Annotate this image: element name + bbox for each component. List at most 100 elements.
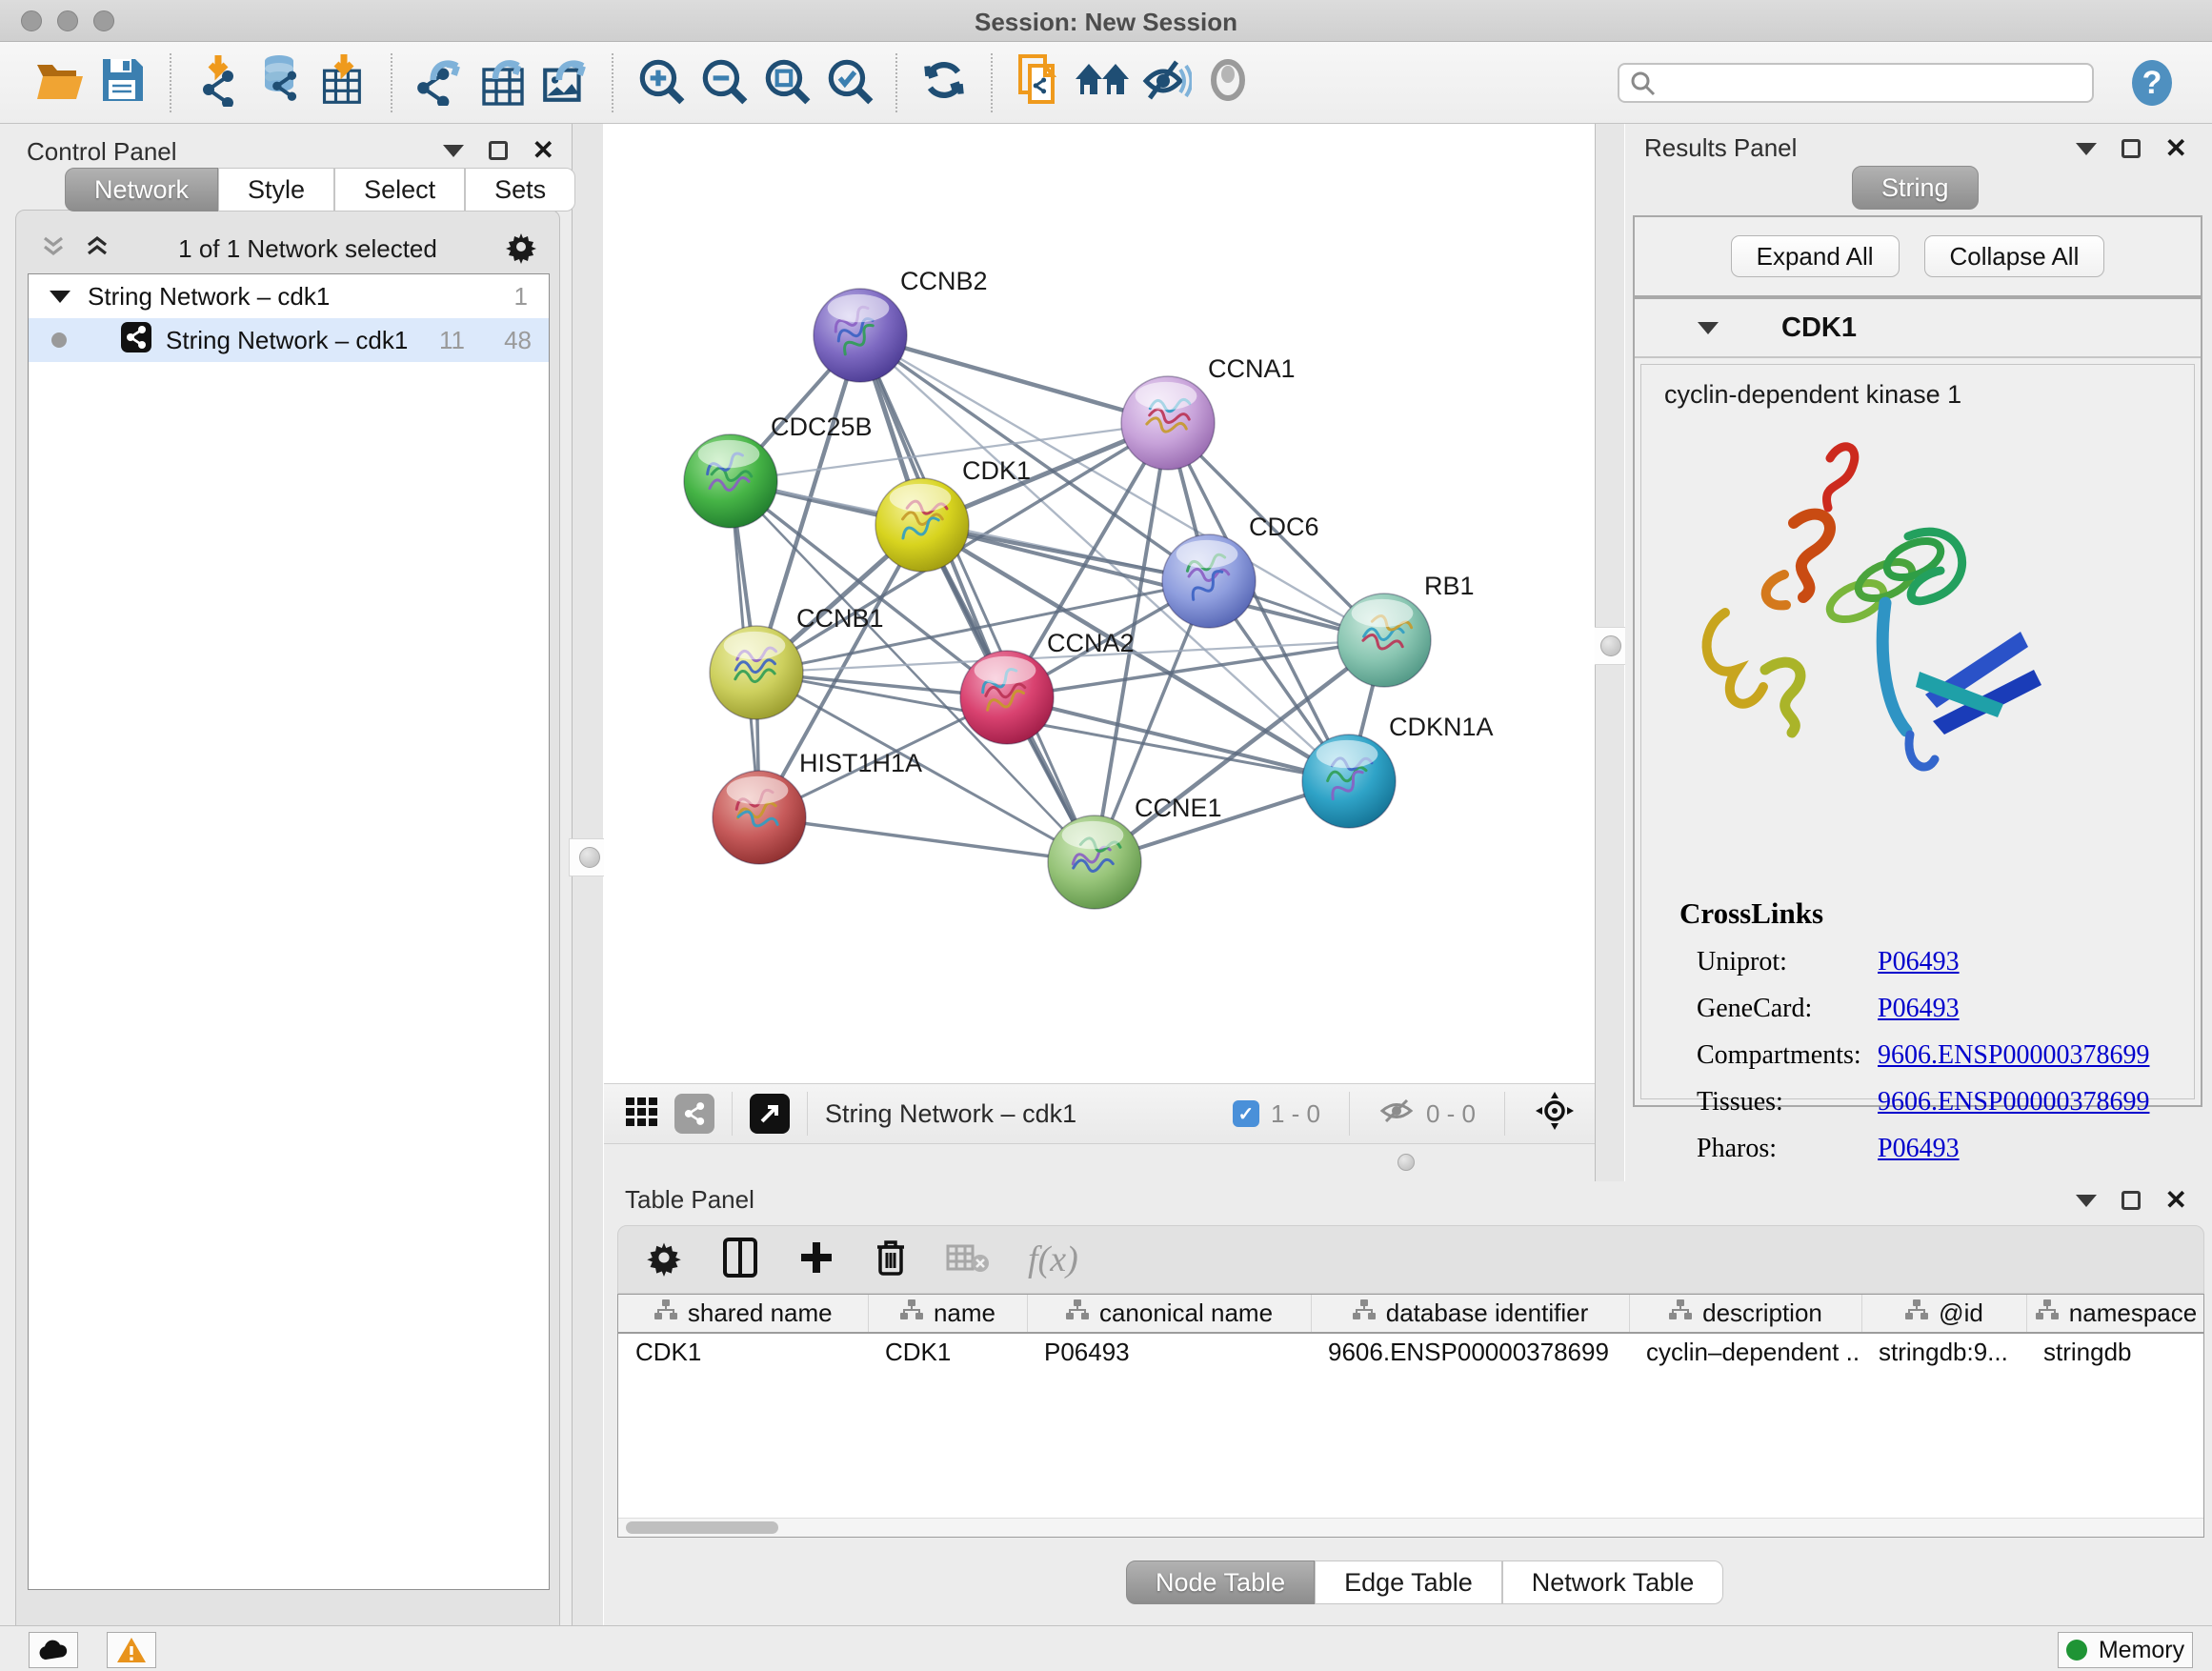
hscroll-thumb[interactable] [626,1521,778,1534]
zoom-selected-button[interactable] [817,51,880,114]
delete-column-icon[interactable] [874,1238,908,1282]
collapse-all-icon[interactable] [39,232,68,266]
close-panel-icon[interactable]: ✕ [533,137,554,164]
tab-network[interactable]: Network [65,168,218,211]
table-cell[interactable]: stringdb:9... [1861,1333,2026,1371]
birdseye-icon[interactable] [1534,1090,1576,1138]
gene-section-header[interactable]: CDK1 [1635,299,2201,358]
crosslink-link[interactable]: 9606.ENSP00000378699 [1878,1087,2149,1117]
cloud-status-button[interactable] [29,1632,78,1668]
panel-menu-icon[interactable] [443,145,464,157]
tab-edge-table[interactable]: Edge Table [1315,1560,1502,1604]
node-HIST1H1A[interactable]: HIST1H1A [713,749,922,864]
float-panel-icon[interactable] [2122,139,2141,158]
node-CCNB1[interactable]: CCNB1 [710,604,884,719]
gear-icon[interactable] [504,230,538,269]
warning-status-button[interactable] [107,1632,156,1668]
export-table-button[interactable] [471,51,533,114]
node-CDC25B[interactable]: CDC25B [684,413,873,528]
table-settings-gear-icon[interactable] [645,1238,683,1281]
crosslink-label: Tissues: [1697,1087,1878,1117]
table-row[interactable]: CDK1CDK1P064939606.ENSP00000378699cyclin… [618,1333,2204,1371]
float-panel-icon[interactable] [2122,1191,2141,1210]
panel-menu-icon[interactable] [2076,1195,2097,1207]
tab-network-table[interactable]: Network Table [1502,1560,1724,1604]
table-cell[interactable]: 9606.ENSP00000378699 [1311,1333,1629,1371]
crosslink-link[interactable]: P06493 [1878,1134,1960,1164]
zoom-in-button[interactable] [629,51,692,114]
column-header-name[interactable]: name [868,1295,1027,1333]
column-header-shared-name[interactable]: shared name [618,1295,868,1333]
import-table-button[interactable] [312,51,375,114]
tree-expand-icon[interactable] [50,291,70,303]
clone-document-button[interactable] [1008,51,1071,114]
expand-all-icon[interactable] [83,232,111,266]
left-splitter[interactable] [572,124,604,1625]
app-window: Session: New Session ? Control Panel ✕ N… [0,0,2212,1671]
open-button[interactable] [29,51,91,114]
column-header-canonical-name[interactable]: canonical name [1027,1295,1311,1333]
network-collection-row[interactable]: String Network – cdk1 1 [29,274,549,318]
tab-style[interactable]: Style [218,168,334,211]
export-image-button[interactable] [533,51,596,114]
bottom-splitter-handle[interactable] [1387,1149,1425,1176]
crosslink-link[interactable]: P06493 [1878,994,1960,1024]
network-row[interactable]: String Network – cdk1 11 48 [29,318,549,362]
help-button[interactable]: ? [2121,51,2183,114]
node-CDKN1A[interactable]: CDKN1A [1302,713,1494,828]
network-graph[interactable]: CCNB2 CCNA1 CDC25B CDK1 [604,124,1595,1083]
close-panel-icon[interactable]: ✕ [2165,1187,2187,1214]
collapse-section-icon[interactable] [1698,322,1719,334]
zoom-fit-button[interactable] [754,51,817,114]
table-cell[interactable]: CDK1 [868,1333,1027,1371]
column-header--id[interactable]: @id [1861,1295,2026,1333]
edge-HIST1H1A-CCNE1[interactable] [759,817,1095,862]
column-header-description[interactable]: description [1629,1295,1861,1333]
save-button[interactable] [91,51,154,114]
tab-sets[interactable]: Sets [465,168,575,211]
tab-select[interactable]: Select [334,168,465,211]
show-columns-icon[interactable] [721,1237,759,1283]
table-cell[interactable]: CDK1 [618,1333,868,1371]
crosslink-link[interactable]: P06493 [1878,947,1960,977]
control-panel: Control Panel ✕ NetworkStyleSelectSets 1… [0,124,572,1625]
refresh-button[interactable] [913,51,975,114]
node-CDK1[interactable]: CDK1 [875,456,1031,572]
zoom-selected-icon [823,54,875,111]
column-header-database-identifier[interactable]: database identifier [1311,1295,1629,1333]
network-canvas[interactable]: CCNB2 CCNA1 CDC25B CDK1 [604,124,1595,1083]
panel-menu-icon[interactable] [2076,143,2097,155]
table-hscrollbar[interactable] [618,1518,2203,1537]
export-network-button[interactable] [408,51,471,114]
zoom-out-button[interactable] [692,51,754,114]
memory-button[interactable]: Memory [2058,1632,2193,1668]
selected-checkbox-icon[interactable]: ✓ [1233,1100,1259,1127]
eye-button[interactable] [1196,51,1259,114]
node-RB1[interactable]: RB1 [1337,572,1475,687]
houses-button[interactable] [1071,51,1134,114]
column-header-namespace[interactable]: namespace [2026,1295,2204,1333]
close-panel-icon[interactable]: ✕ [2165,135,2187,162]
table-cell[interactable]: P06493 [1027,1333,1311,1371]
grid-view-icon[interactable] [623,1093,661,1136]
crosslink-link[interactable]: 9606.ENSP00000378699 [1878,1040,2149,1071]
edge-CCNB2-CCNA1[interactable] [860,335,1168,423]
share-view-icon[interactable] [674,1094,714,1134]
edge-CCNB2-CCNE1[interactable] [860,335,1095,862]
node-CCNE1[interactable]: CCNE1 [1048,794,1222,909]
table-cell[interactable]: stringdb [2026,1333,2204,1371]
eye-slash-button[interactable] [1134,51,1196,114]
float-panel-icon[interactable] [489,141,508,160]
collapse-all-button[interactable]: Collapse All [1924,235,2105,277]
tab-node-table[interactable]: Node Table [1126,1560,1315,1604]
search-input[interactable] [1618,63,2094,103]
node-CCNA1[interactable]: CCNA1 [1121,354,1296,470]
import-network-button[interactable] [187,51,250,114]
add-column-icon[interactable] [797,1238,835,1281]
crosslink-label: Compartments: [1697,1040,1878,1071]
tab-string[interactable]: String [1852,166,1979,210]
import-database-button[interactable] [250,51,312,114]
open-in-window-icon[interactable] [750,1094,790,1134]
table-cell[interactable]: cyclin–dependent ... [1629,1333,1861,1371]
expand-all-button[interactable]: Expand All [1731,235,1900,277]
